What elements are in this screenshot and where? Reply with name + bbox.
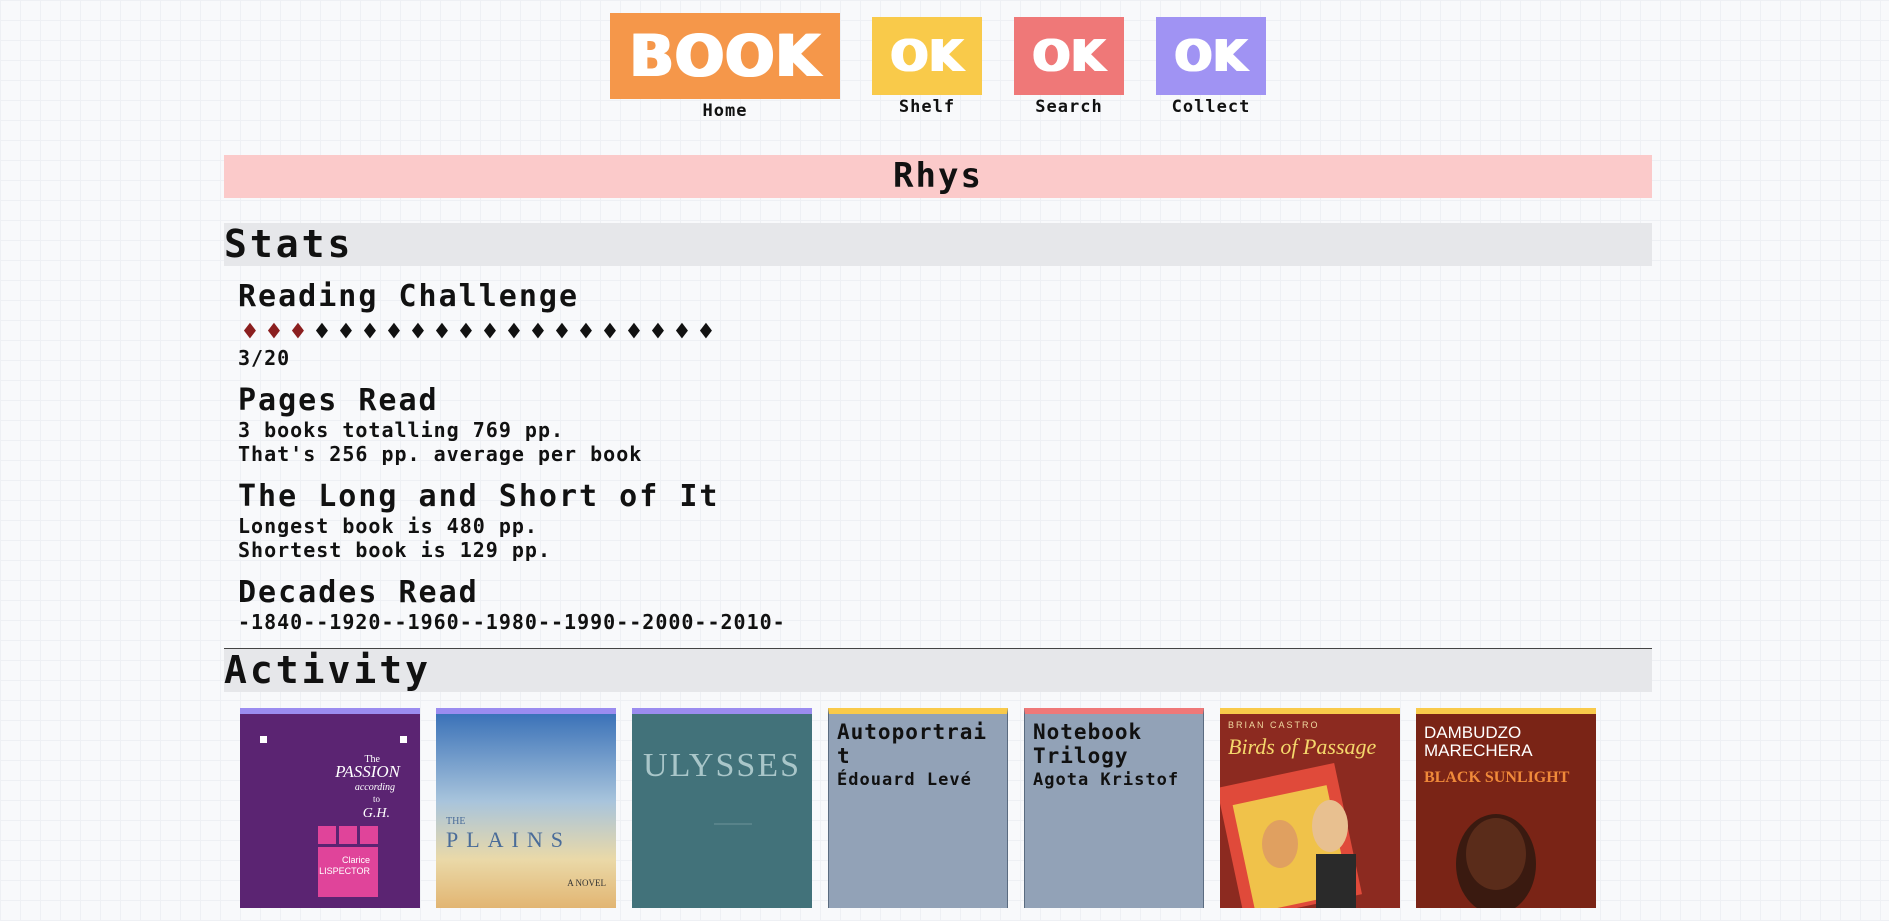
birds-cover-art: BRIAN CASTRO Birds of Passage [1220, 714, 1400, 908]
sunlight-cover-art: DAMBUDZO MARECHERA BLACK SUNLIGHT [1416, 714, 1596, 908]
challenge-heart-icon: ♦ [674, 317, 690, 347]
user-name-banner: Rhys [224, 155, 1652, 198]
autoportrait-title: Autoportrait [837, 720, 988, 768]
notebook-trilogy-author: Agota Kristof [1033, 770, 1180, 790]
challenge-progress-text: 3/20 [238, 346, 291, 370]
plains-cover-art: THE PLAINS A NOVEL [436, 714, 616, 908]
sunlight-cover-text-1: DAMBUDZO [1424, 723, 1521, 742]
challenge-heart-icon: ♦ [650, 317, 666, 347]
plains-cover-text-2: PLAINS [446, 827, 571, 852]
collect-tile[interactable]: OK [1156, 17, 1266, 95]
pages-read: Pages Read 3 books totalling 769 pp. Tha… [238, 383, 1652, 467]
autoportrait-author: Édouard Levé [837, 770, 972, 790]
passion-cover-art: The PASSION according to G.H. Clarice LI… [240, 714, 420, 908]
challenge-heart-icon: ♦ [698, 317, 714, 347]
top-nav: BOOK Home OK Shelf OK Search OK Collect [0, 0, 1889, 130]
challenge-heart-icon: ♦ [602, 317, 618, 347]
passion-cover-text-2: PASSION [334, 762, 402, 781]
challenge-heart-icon: ♦ [242, 317, 258, 347]
main-content: Rhys Stats Reading Challenge ♦ ♦ ♦ ♦ ♦ ♦ ♦ ♦ ♦ ♦ ♦… [224, 155, 1652, 908]
activity-heading: Activity [224, 649, 1652, 692]
shortest-book-line: Shortest book is 129 pp. [238, 538, 551, 562]
long-short-title: The Long and Short of It [238, 479, 720, 514]
nav-collect[interactable]: OK Collect [1156, 17, 1266, 117]
challenge-heart-icon: ♦ [554, 317, 570, 347]
book-cover-ulysses[interactable]: ULYSSES [632, 708, 812, 908]
plains-cover-text-3: A NOVEL [567, 878, 606, 888]
nav-collect-label: Collect [1171, 97, 1251, 117]
nav-home[interactable]: BOOK Home [610, 13, 840, 121]
shelf-tile[interactable]: OK [872, 17, 982, 95]
challenge-heart-icon: ♦ [506, 317, 522, 347]
challenge-heart-icon: ♦ [314, 317, 330, 347]
longest-book-line: Longest book is 480 pp. [238, 514, 538, 538]
notebook-trilogy-title: Notebook Trilogy [1033, 720, 1143, 768]
reading-challenge: Reading Challenge ♦ ♦ ♦ ♦ ♦ ♦ ♦ ♦ ♦ ♦ ♦ ♦ ♦ ♦ ♦ ♦ ♦ ♦ ♦ ♦ 3… [238, 279, 1652, 371]
book-cover-plains[interactable]: THE PLAINS A NOVEL [436, 708, 616, 908]
collect-tile-text: OK [1174, 30, 1248, 82]
challenge-heart-icon: ♦ [362, 317, 378, 347]
decades-read-title: Decades Read [238, 575, 479, 610]
challenge-heart-icon: ♦ [626, 317, 642, 347]
pages-read-line1: 3 books totalling 769 pp. [238, 418, 565, 442]
nav-shelf[interactable]: OK Shelf [872, 17, 982, 117]
book-cover-passion[interactable]: The PASSION according to G.H. Clarice LI… [240, 708, 420, 908]
decades-read: Decades Read -1840--1920--1960--1980--19… [238, 575, 1652, 635]
search-tile[interactable]: OK [1014, 17, 1124, 95]
nav-search[interactable]: OK Search [1014, 17, 1124, 117]
passion-cover-text-7: LISPECTOR [319, 866, 370, 876]
birds-cover-text-1: BRIAN CASTRO [1228, 720, 1320, 730]
pages-read-line2: That's 256 pp. average per book [238, 442, 643, 466]
challenge-heart-icon: ♦ [338, 317, 354, 347]
passion-cover-text-3: according [355, 782, 395, 793]
birds-cover-text-2: Birds of Passage [1228, 734, 1377, 759]
book-cover-autoportrait[interactable]: Autoportrait Édouard Levé [828, 708, 1008, 908]
nav-search-label: Search [1035, 97, 1103, 117]
search-tile-text: OK [1032, 30, 1106, 82]
stats-heading: Stats [224, 223, 1652, 266]
long-short: The Long and Short of It Longest book is… [238, 479, 1652, 563]
plains-cover-text-1: THE [446, 816, 465, 827]
passion-cover-text-6: Clarice [342, 855, 370, 865]
challenge-heart-icon: ♦ [458, 317, 474, 347]
challenge-progress-hearts: ♦ ♦ ♦ ♦ ♦ ♦ ♦ ♦ ♦ ♦ ♦ ♦ ♦ ♦ ♦ ♦ ♦ ♦ ♦ ♦ [238, 318, 1652, 346]
home-logo-tile[interactable]: BOOK [610, 13, 840, 99]
book-cover-notebook-trilogy[interactable]: Notebook Trilogy Agota Kristof [1024, 708, 1204, 908]
passion-cover-text-4: to [373, 794, 381, 804]
reading-challenge-title: Reading Challenge [238, 279, 580, 314]
sunlight-cover-text-3: BLACK SUNLIGHT [1424, 769, 1570, 786]
passion-cover-text-5: G.H. [363, 806, 390, 821]
challenge-heart-icon: ♦ [386, 317, 402, 347]
pages-read-title: Pages Read [238, 383, 439, 418]
ulysses-cover-art: ULYSSES [632, 714, 812, 908]
challenge-heart-icon: ♦ [434, 317, 450, 347]
challenge-heart-icon: ♦ [266, 317, 282, 347]
sunlight-cover-text-2: MARECHERA [1424, 741, 1533, 760]
challenge-heart-icon: ♦ [290, 317, 306, 347]
home-logo-text: BOOK [629, 22, 821, 90]
book-cover-black-sunlight[interactable]: DAMBUDZO MARECHERA BLACK SUNLIGHT [1416, 708, 1596, 908]
challenge-heart-icon: ♦ [530, 317, 546, 347]
nav-shelf-label: Shelf [898, 97, 956, 117]
ulysses-cover-text: ULYSSES [643, 747, 801, 784]
challenge-heart-icon: ♦ [578, 317, 594, 347]
decades-read-line: -1840--1920--1960--1980--1990--2000--201… [238, 610, 786, 634]
activity-book-list: The PASSION according to G.H. Clarice LI… [240, 708, 1652, 908]
nav-home-label: Home [702, 101, 748, 121]
shelf-tile-text: OK [890, 30, 964, 82]
book-cover-birds-of-passage[interactable]: BRIAN CASTRO Birds of Passage [1220, 708, 1400, 908]
challenge-heart-icon: ♦ [410, 317, 426, 347]
challenge-heart-icon: ♦ [482, 317, 498, 347]
